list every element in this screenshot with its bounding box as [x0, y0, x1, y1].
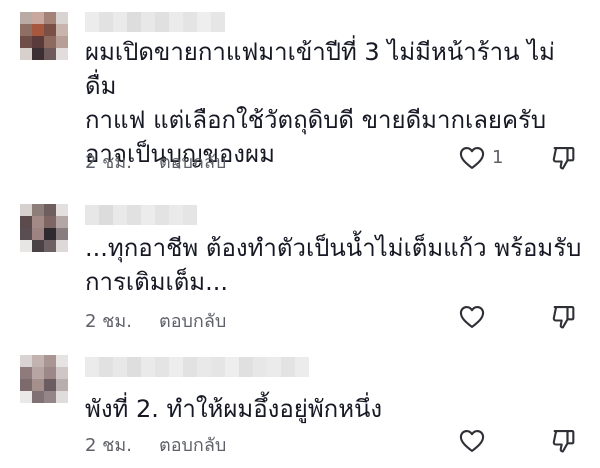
comment-text: ...ทุกอาชีพ ต้องทำตัวเป็นน้ำไม่เต็มแก้ว …	[85, 234, 582, 296]
reply-button[interactable]: ตอบกลับ	[159, 147, 226, 176]
comment-time: 2 ชม.	[85, 435, 132, 456]
username-blurred[interactable]	[85, 357, 309, 377]
thumbs-down-icon[interactable]	[550, 303, 578, 331]
username-blurred[interactable]	[85, 205, 197, 225]
comment-text: พังที่ 2. ทำให้ผมอึ้งอยู่พักหนึ่ง	[85, 395, 383, 423]
avatar[interactable]	[20, 204, 68, 252]
heart-icon[interactable]	[457, 303, 487, 331]
comment-time: 2 ชม.	[85, 152, 132, 173]
reply-button[interactable]: ตอบกลับ	[159, 306, 226, 335]
thumbs-down-icon[interactable]	[550, 427, 578, 455]
username-blurred[interactable]	[85, 12, 225, 32]
avatar[interactable]	[20, 12, 68, 60]
avatar[interactable]	[20, 355, 68, 403]
like-count: 1	[492, 147, 504, 168]
heart-icon[interactable]	[457, 427, 487, 455]
reply-button[interactable]: ตอบกลับ	[159, 430, 226, 459]
comment-time: 2 ชม.	[85, 311, 132, 332]
thumbs-down-icon[interactable]	[550, 144, 578, 172]
heart-icon[interactable]	[457, 144, 487, 172]
